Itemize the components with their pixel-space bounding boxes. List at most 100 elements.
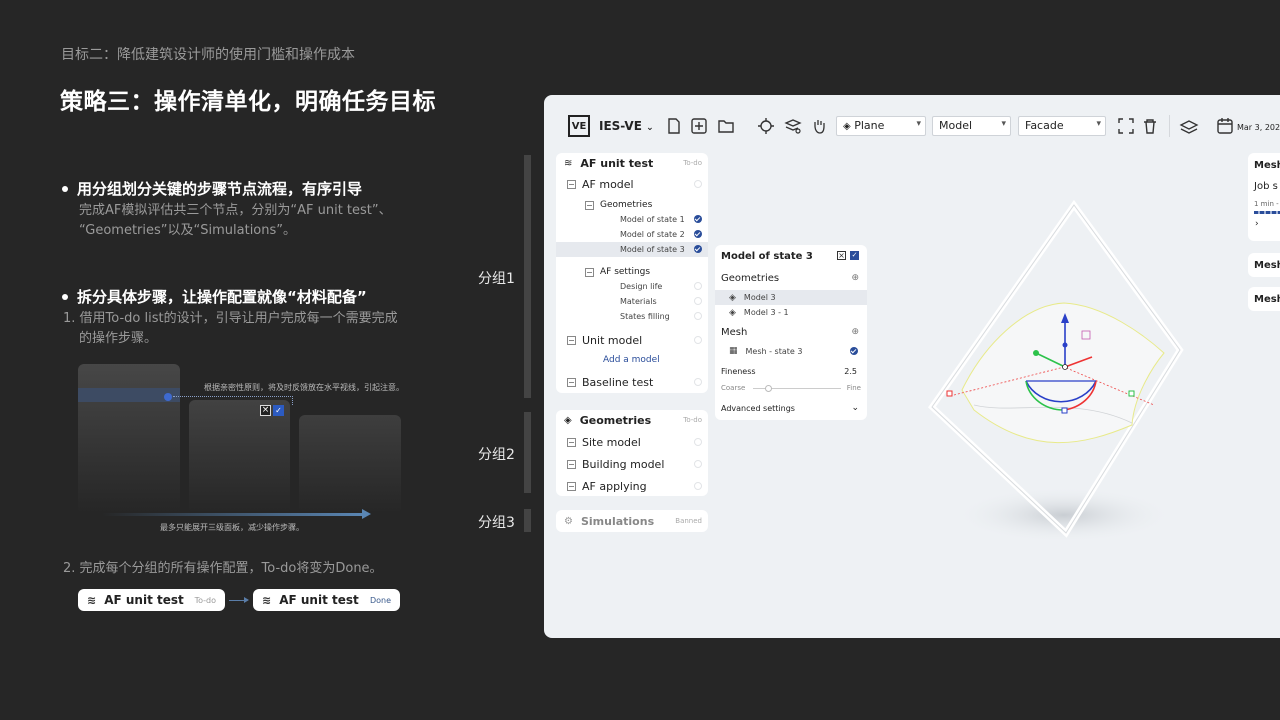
mesh-panel-3: Mesh: [1248, 287, 1280, 311]
chevron-right-icon[interactable]: ›: [1255, 219, 1259, 229]
viewport-3d[interactable]: [914, 195, 1194, 545]
tree-item-building-model[interactable]: Building model: [556, 454, 708, 474]
tree-item-states-filling[interactable]: States filling: [556, 309, 708, 324]
check-icon: [850, 347, 858, 355]
tree-item-unit-model[interactable]: Unit model: [556, 330, 708, 350]
bullet-desc-1b: “Geometries”以及“Simulations”。: [79, 223, 297, 238]
status-circle: [694, 482, 702, 490]
slide-subtitle: 目标二：降低建筑设计师的使用门槛和操作成本: [61, 47, 355, 63]
bullet-heading-1: 用分组划分关键的步骤节点流程，有序引导: [60, 178, 362, 199]
group-bar-2: [524, 412, 531, 493]
collapse-icon[interactable]: [585, 267, 594, 277]
job-label: Job s: [1254, 181, 1278, 192]
expand-icon[interactable]: [567, 459, 576, 469]
confirm-check-icon[interactable]: ✓: [850, 251, 859, 260]
tree-item-materials[interactable]: Materials: [556, 294, 708, 309]
calendar-icon[interactable]: [1216, 117, 1234, 135]
feedback-connector: [173, 396, 293, 397]
tree-item-af-applying[interactable]: AF applying: [556, 476, 708, 496]
illustration-panel-2: [189, 400, 290, 514]
chevron-down-icon: ▾: [1001, 119, 1006, 129]
wave-icon: ≋: [87, 593, 97, 607]
add-circle-icon[interactable]: ⊕: [851, 273, 859, 283]
collapse-icon[interactable]: [567, 377, 576, 387]
layers-search-icon[interactable]: [784, 117, 802, 135]
tree-item-state-3[interactable]: Model of state 3: [556, 242, 708, 257]
chevron-down-icon: ⌄: [646, 123, 654, 133]
group1-header[interactable]: ≋ AF unit test To-do: [556, 153, 708, 173]
group3-header: ⚙ Simulations Banned: [564, 514, 702, 528]
fineness-value: 2.5: [844, 366, 857, 376]
collapse-icon[interactable]: [567, 335, 576, 345]
app-window: VE IES-VE ⌄ ◈ Plane ▾ Model ▾ Facade ▾ M…: [544, 95, 1280, 638]
status-circle: [694, 438, 702, 446]
tree-item-baseline[interactable]: Baseline test: [556, 372, 708, 392]
collapse-icon[interactable]: [585, 200, 594, 210]
expand-icon[interactable]: [567, 481, 576, 491]
collapse-icon[interactable]: [567, 179, 576, 189]
group-label-2: 分组2: [478, 447, 515, 463]
mesh-panel-2: Mesh: [1248, 253, 1280, 277]
state-panel: Model of state 3 × ✓ Geometries ⊕ ◈ Mode…: [715, 245, 867, 420]
group-bar-3: [524, 509, 531, 532]
status-circle: [694, 180, 702, 188]
add-circle-icon[interactable]: ⊕: [851, 327, 859, 337]
sun-target-icon[interactable]: [757, 117, 775, 135]
layers-orbit-icon[interactable]: [1178, 117, 1202, 135]
close-icon[interactable]: ×: [837, 251, 846, 260]
advanced-settings-toggle[interactable]: Advanced settings ⌄: [715, 398, 867, 418]
status-badge: To-do: [683, 159, 702, 167]
folder-icon[interactable]: [717, 117, 735, 135]
list-item-mesh-state-3[interactable]: ▦ Mesh - state 3: [715, 343, 867, 359]
panel-illustration: × ✓ 根据亲密性原则，将及时反馈放在水平视线，引起注意。 最多只能展开三级面板…: [78, 364, 408, 532]
gear-icon: ⚙: [564, 515, 573, 527]
group2-header[interactable]: ◈ Geometries To-do: [556, 410, 708, 430]
status-circle: [694, 297, 702, 305]
transition-arrow-icon: [229, 600, 245, 601]
status-circle: [694, 282, 702, 290]
app-logo[interactable]: VE: [568, 115, 590, 137]
expand-icon[interactable]: [1117, 117, 1135, 135]
add-model-link[interactable]: Add a model: [556, 350, 708, 370]
status-circle: [694, 378, 702, 386]
tree-item-state-1[interactable]: Model of state 1: [556, 212, 708, 227]
job-panel: Mesh Job s 1 min - ›: [1248, 153, 1280, 241]
cube-icon: ◈: [843, 121, 851, 132]
plane-select[interactable]: ◈ Plane ▾: [836, 116, 926, 136]
hand-icon[interactable]: [810, 117, 828, 135]
status-badge: Banned: [675, 517, 702, 525]
status-card-done: ≋ AF unit test Done: [253, 589, 400, 611]
slide-title: 策略三：操作清单化，明确任务目标: [60, 89, 436, 115]
chevron-down-icon: ▾: [1096, 119, 1101, 129]
model-select[interactable]: Model ▾: [932, 116, 1011, 136]
bullet-desc-2a: 1. 借用To-do list的设计，引导让用户完成每一个需要完成: [63, 311, 398, 326]
mesh-grid-icon: ▦: [729, 346, 738, 356]
facade-select[interactable]: Facade ▾: [1018, 116, 1106, 136]
toolbar-divider: [1169, 115, 1170, 137]
chevron-down-icon: ▾: [916, 119, 921, 129]
tree-item-state-2[interactable]: Model of state 2: [556, 227, 708, 242]
mesh-panel-3-title: Mesh: [1254, 294, 1280, 305]
fineness-slider-handle[interactable]: [765, 385, 772, 392]
group1-panel: ≋ AF unit test To-do AF model Geometries…: [556, 153, 708, 393]
app-name-dropdown[interactable]: IES-VE ⌄: [599, 119, 654, 133]
delete-icon[interactable]: [1141, 117, 1159, 135]
add-icon[interactable]: [690, 117, 708, 135]
status-badge: To-do: [683, 416, 702, 424]
tree-item-af-model[interactable]: AF model: [556, 174, 708, 194]
illustration-panel-1: [78, 364, 180, 514]
annotation-bottom: 最多只能展开三级面板，减少操作步骤。: [160, 523, 304, 532]
expand-icon[interactable]: [567, 437, 576, 447]
progress-arrow: [102, 513, 364, 516]
new-file-icon[interactable]: [665, 117, 683, 135]
tree-item-site-model[interactable]: Site model: [556, 432, 708, 452]
list-item-model-3[interactable]: ◈ Model 3: [715, 290, 867, 305]
bullet-desc-2b: 的操作步骤。: [79, 331, 158, 346]
cube-icon: ◈: [564, 414, 572, 426]
list-item-model-3-1[interactable]: ◈ Model 3 - 1: [715, 305, 867, 320]
bullet-heading-2: 拆分具体步骤，让操作配置就像“材料配备”: [60, 286, 367, 307]
transition-arrow-head-icon: [244, 597, 249, 603]
tree-item-design-life[interactable]: Design life: [556, 279, 708, 294]
cube-icon: ◈: [729, 292, 736, 303]
job-panel-title: Mesh: [1254, 160, 1280, 171]
